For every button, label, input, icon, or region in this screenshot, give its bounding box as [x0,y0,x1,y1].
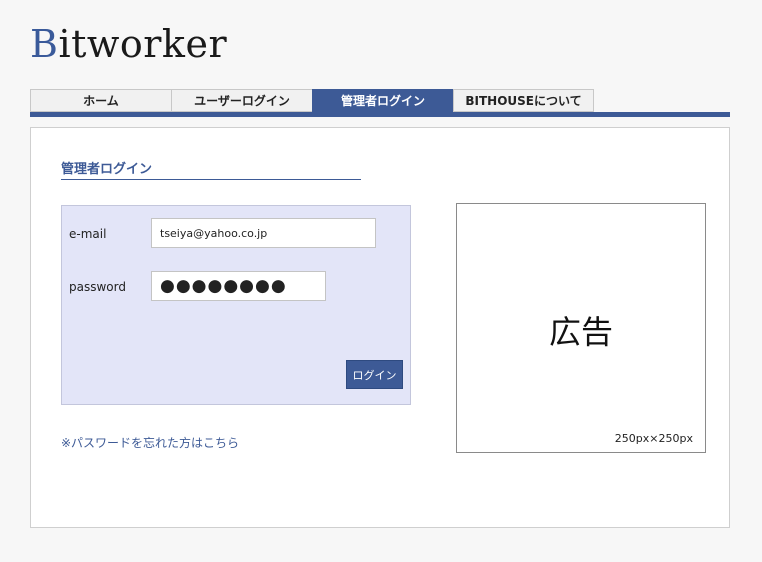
ad-size-label: 250px×250px [614,432,693,445]
login-form: e-mail tseiya@yahoo.co.jp password ●●●●●… [61,205,411,405]
logo-initial: B [30,22,59,66]
email-field[interactable]: tseiya@yahoo.co.jp [151,218,376,248]
password-label: password [69,280,126,294]
login-button[interactable]: ログイン [346,360,403,389]
content-panel: 管理者ログイン e-mail tseiya@yahoo.co.jp passwo… [30,127,730,528]
tab-user-login[interactable]: ユーザーログイン [171,89,312,112]
email-label: e-mail [69,227,107,241]
ad-label: 広告 [548,313,613,351]
page-title: 管理者ログイン [61,158,361,180]
email-value: tseiya@yahoo.co.jp [160,226,268,240]
forgot-password-link[interactable]: ※パスワードを忘れた方はこちら [61,434,239,451]
site-logo[interactable]: Bitworker [30,20,227,68]
password-field[interactable]: ●●●●●●●● [151,271,326,301]
nav-underline-bar [30,112,730,117]
tab-about-bithouse[interactable]: BITHOUSEについて [453,89,594,112]
password-mask: ●●●●●●●● [160,275,287,296]
tab-admin-login[interactable]: 管理者ログイン [312,89,453,112]
main-nav: ホーム ユーザーログイン 管理者ログイン BITHOUSEについて [30,89,594,112]
ad-banner[interactable]: 広告 250px×250px [456,203,706,453]
tab-home[interactable]: ホーム [30,89,171,112]
logo-text: itworker [58,22,228,66]
